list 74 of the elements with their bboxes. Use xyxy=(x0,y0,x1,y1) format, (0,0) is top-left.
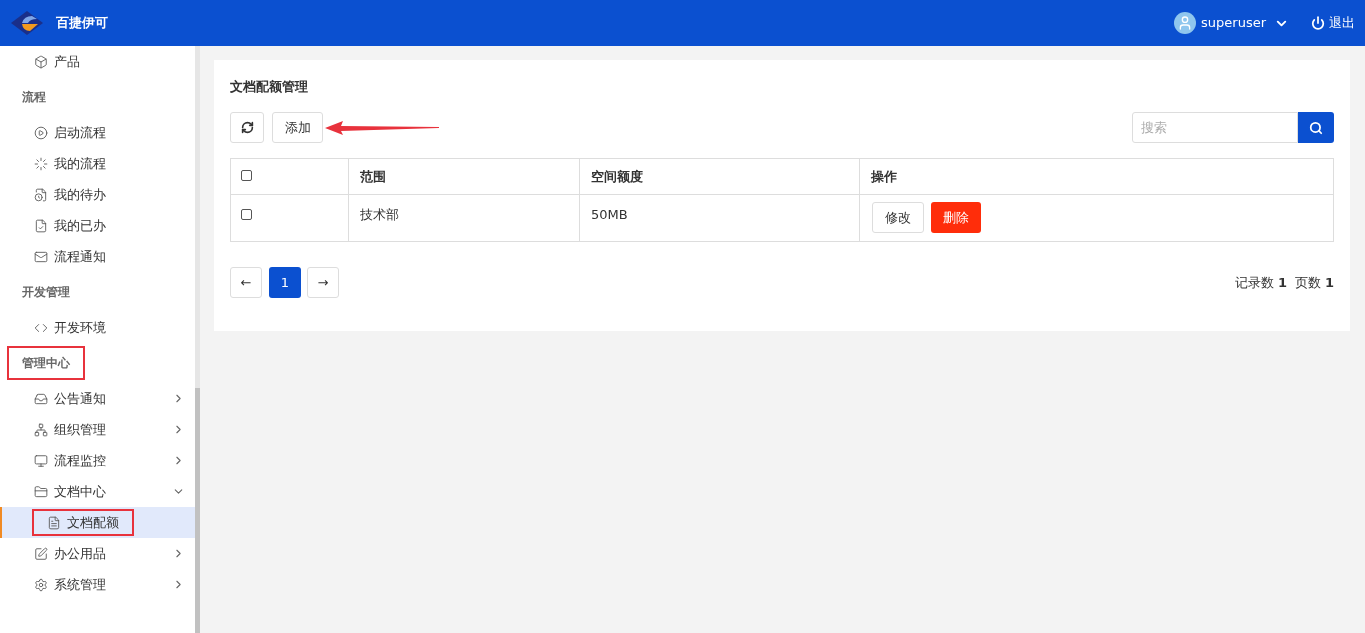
hierarchy-icon xyxy=(33,422,48,437)
nav-label: 开发环境 xyxy=(54,318,106,337)
checkbox[interactable] xyxy=(241,169,252,181)
nav-item[interactable]: 我的待办 xyxy=(0,179,195,210)
power-icon xyxy=(1311,16,1325,30)
nav-label: 启动流程 xyxy=(54,123,106,142)
nav-item[interactable]: 我的流程 xyxy=(0,148,195,179)
nav-item[interactable]: 公告通知 xyxy=(0,383,195,414)
nav-item[interactable]: 组织管理 xyxy=(0,414,195,445)
user-menu[interactable]: superuser xyxy=(1201,13,1289,33)
nav-label: 我的流程 xyxy=(54,154,106,173)
column-header: 操作 xyxy=(859,158,1334,195)
page-button[interactable]: 1 xyxy=(269,267,301,298)
section-heading: 开发管理 xyxy=(21,284,71,301)
nav-label: 组织管理 xyxy=(54,420,106,439)
nav-item[interactable]: 产品 xyxy=(0,46,195,77)
avatar-icon xyxy=(1174,12,1197,34)
cube-icon xyxy=(33,54,48,69)
nav-item[interactable]: 办公用品 xyxy=(0,538,195,569)
nav-label: 我的待办 xyxy=(54,185,106,204)
search-input[interactable]: 搜索 xyxy=(1132,112,1298,143)
document-check-icon xyxy=(33,218,48,233)
nav-label: 文档中心 xyxy=(54,482,106,501)
nav-item[interactable]: 流程监控 xyxy=(0,445,195,476)
section-heading: 流程 xyxy=(21,89,47,106)
section-heading: 管理中心 xyxy=(7,346,85,380)
settings-icon xyxy=(33,577,48,592)
records-label: 记录数 xyxy=(1234,273,1274,292)
folder-icon xyxy=(33,484,48,499)
nav-label: 流程通知 xyxy=(54,247,106,266)
panel-title: 文档配额管理 xyxy=(230,78,309,96)
records-count: 1 xyxy=(1277,273,1287,292)
nav-label: 公告通知 xyxy=(54,389,106,408)
refresh-button[interactable] xyxy=(230,112,264,143)
nav-label: 产品 xyxy=(54,52,80,71)
monitor-icon xyxy=(33,453,48,468)
refresh-icon xyxy=(240,121,254,134)
prev-page-button[interactable]: ← xyxy=(230,267,262,298)
next-page-button[interactable]: → xyxy=(307,267,339,298)
logo-icon xyxy=(10,10,44,36)
dotted-circle-icon xyxy=(33,156,48,171)
edit-button[interactable]: 修改 xyxy=(872,202,924,233)
nav-item[interactable]: 开发环境 xyxy=(0,312,195,343)
nav-label: 流程监控 xyxy=(54,451,106,470)
table-cell: 50MB xyxy=(579,194,860,242)
tray-icon xyxy=(33,391,48,406)
column-header: 范围 xyxy=(348,158,580,195)
search-icon xyxy=(1309,120,1323,135)
nav-label: 办公用品 xyxy=(54,544,106,563)
brand-name: 百捷伊可 xyxy=(56,14,108,33)
nav-item[interactable]: 我的已办 xyxy=(0,210,195,241)
nav-label: 系统管理 xyxy=(54,575,106,594)
document-clock-icon xyxy=(33,187,48,202)
delete-button[interactable]: 删除 xyxy=(931,202,981,233)
nav-item[interactable]: 文档中心 xyxy=(0,476,195,507)
checkbox[interactable] xyxy=(241,209,252,220)
column-header: 空间额度 xyxy=(579,158,860,195)
pages-label: 页数 xyxy=(1294,273,1321,292)
envelope-icon xyxy=(33,249,48,264)
document-icon xyxy=(47,515,61,530)
add-button[interactable]: 添加 xyxy=(272,112,323,143)
nav-item[interactable]: 流程通知 xyxy=(0,241,195,272)
edit-icon xyxy=(33,546,48,561)
play-icon xyxy=(33,125,48,140)
search-field[interactable]: 搜索 xyxy=(1132,112,1334,143)
nav-item[interactable]: 系统管理 xyxy=(0,569,195,600)
nav-label: 我的已办 xyxy=(54,216,106,235)
pages-count: 1 xyxy=(1324,273,1334,292)
nav-subitem[interactable]: 文档配额 xyxy=(32,509,134,536)
table-cell: 技术部 xyxy=(348,194,580,242)
search-button[interactable] xyxy=(1298,112,1334,143)
scrollbar[interactable] xyxy=(195,46,200,633)
logout-button[interactable]: 退出 xyxy=(1311,13,1355,33)
nav-item[interactable]: 启动流程 xyxy=(0,117,195,148)
